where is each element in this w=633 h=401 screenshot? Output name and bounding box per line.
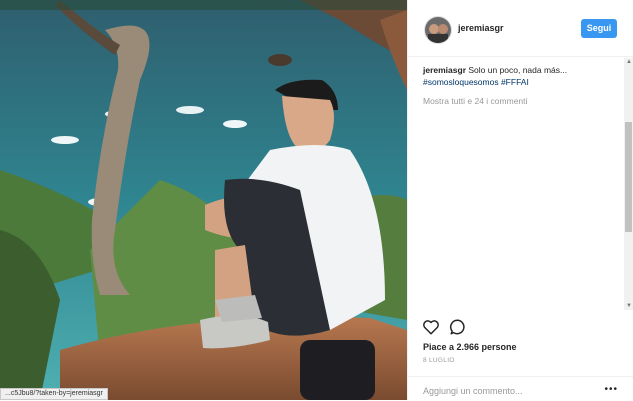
post-date[interactable]: 8 LUGLIO [423, 357, 455, 364]
post-image [0, 0, 407, 400]
caption-username[interactable]: jeremiasgr [423, 65, 466, 75]
scroll-up-arrow-icon[interactable]: ▲ [626, 59, 632, 65]
status-url: ...c5Jbu8/?taken-by=jeremiasgr [5, 390, 103, 397]
avatar[interactable] [424, 16, 452, 44]
post-side-panel: jeremiasgr Segui jeremiasgr Solo un poco… [407, 0, 633, 400]
browser-status-bar: ...c5Jbu8/?taken-by=jeremiasgr [0, 388, 108, 400]
scroll-down-arrow-icon[interactable]: ▼ [626, 303, 632, 309]
post-photo[interactable]: ...c5Jbu8/?taken-by=jeremiasgr [0, 0, 407, 400]
heart-icon[interactable] [422, 318, 440, 336]
comment-bubble-icon[interactable] [449, 318, 467, 336]
likes-count[interactable]: Piace a 2.966 persone [423, 342, 517, 352]
scrollbar-thumb[interactable] [625, 122, 632, 232]
avatar-image [425, 17, 451, 43]
follow-button[interactable]: Segui [581, 19, 617, 38]
add-comment-input[interactable]: Aggiungi un commento... [423, 386, 523, 396]
header-username[interactable]: jeremiasgr [458, 23, 504, 33]
caption: jeremiasgr Solo un poco, nada más... #so… [423, 64, 623, 88]
caption-text: Solo un poco, nada más... [466, 65, 568, 75]
more-options-icon[interactable]: ••• [604, 384, 618, 395]
post-header: jeremiasgr Segui [408, 0, 633, 57]
comments-scrollbar[interactable]: ▲ ▼ [624, 58, 633, 310]
caption-hashtags[interactable]: #somosloquesomos #FFFAI [423, 77, 529, 87]
add-comment-bar: Aggiungi un commento... ••• [408, 376, 633, 401]
view-all-comments-link[interactable]: Mostra tutti e 24 i commenti [423, 96, 527, 106]
